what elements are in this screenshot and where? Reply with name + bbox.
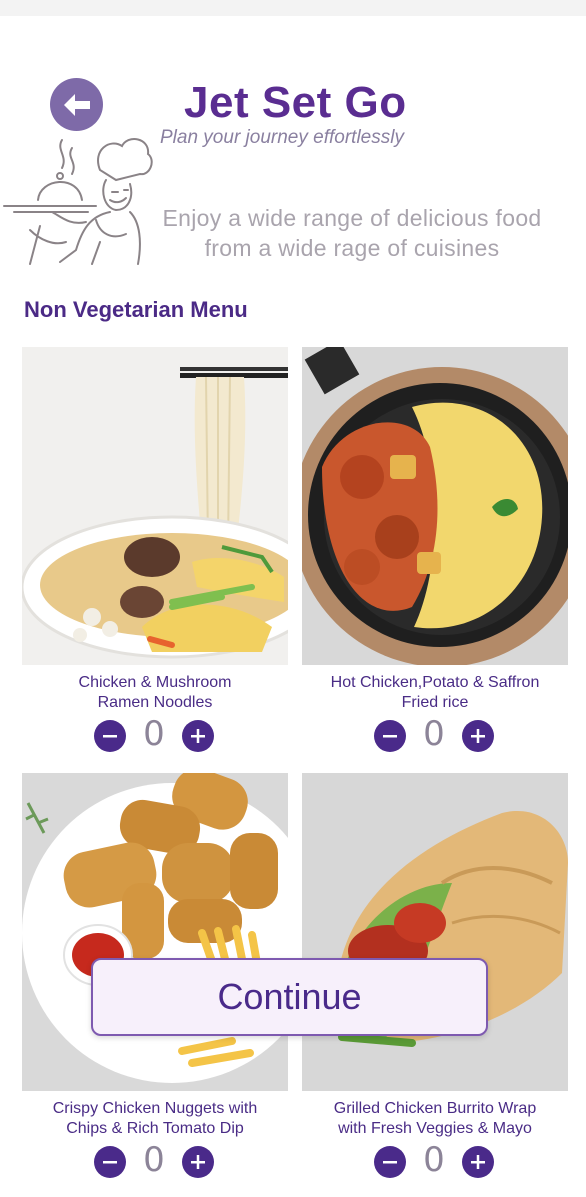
decrease-button[interactable] xyxy=(94,1146,126,1178)
item-name: Chicken & Mushroom Ramen Noodles xyxy=(78,674,232,711)
plus-icon xyxy=(191,729,205,743)
minus-icon xyxy=(103,735,117,738)
item-name: Grilled Chicken Burrito Wrap with Fresh … xyxy=(333,1100,537,1137)
quantity-value: 0 xyxy=(143,714,165,754)
tagline-line-2: from a wide rage of cuisines xyxy=(204,235,500,261)
quantity-value: 0 xyxy=(423,1140,445,1180)
tagline: Enjoy a wide range of delicious food fro… xyxy=(132,203,572,263)
increase-button[interactable] xyxy=(462,720,494,752)
quantity-stepper: 0 xyxy=(374,1140,496,1180)
plus-icon xyxy=(471,1155,485,1169)
tagline-line-1: Enjoy a wide range of delicious food xyxy=(162,205,542,231)
item-name: Crispy Chicken Nuggets with Chips & Rich… xyxy=(52,1100,258,1137)
plus-icon xyxy=(191,1155,205,1169)
quantity-stepper: 0 xyxy=(94,1140,216,1180)
chicken-rice-image xyxy=(302,347,568,665)
quantity-value: 0 xyxy=(423,714,445,754)
decrease-button[interactable] xyxy=(374,720,406,752)
ramen-image xyxy=(22,347,288,665)
section-title: Non Vegetarian Menu xyxy=(24,297,248,322)
quantity-stepper: 0 xyxy=(374,714,496,754)
plus-icon xyxy=(471,729,485,743)
status-bar xyxy=(0,0,586,16)
burrito-wrap-image xyxy=(302,773,568,1091)
continue-button[interactable]: Continue xyxy=(91,958,488,1036)
increase-button[interactable] xyxy=(182,720,214,752)
chicken-nuggets-image xyxy=(22,773,288,1091)
increase-button[interactable] xyxy=(182,1146,214,1178)
app-subtitle: Plan your journey effortlessly xyxy=(160,127,404,148)
quantity-stepper: 0 xyxy=(94,714,216,754)
quantity-value: 0 xyxy=(143,1140,165,1180)
app-title: Jet Set Go xyxy=(184,78,407,127)
minus-icon xyxy=(383,735,397,738)
increase-button[interactable] xyxy=(462,1146,494,1178)
item-name: Hot Chicken,Potato & Saffron Fried rice xyxy=(330,674,540,711)
minus-icon xyxy=(103,1161,117,1164)
arrow-left-icon xyxy=(63,93,90,116)
back-button[interactable] xyxy=(50,78,103,131)
minus-icon xyxy=(383,1161,397,1164)
decrease-button[interactable] xyxy=(94,720,126,752)
decrease-button[interactable] xyxy=(374,1146,406,1178)
